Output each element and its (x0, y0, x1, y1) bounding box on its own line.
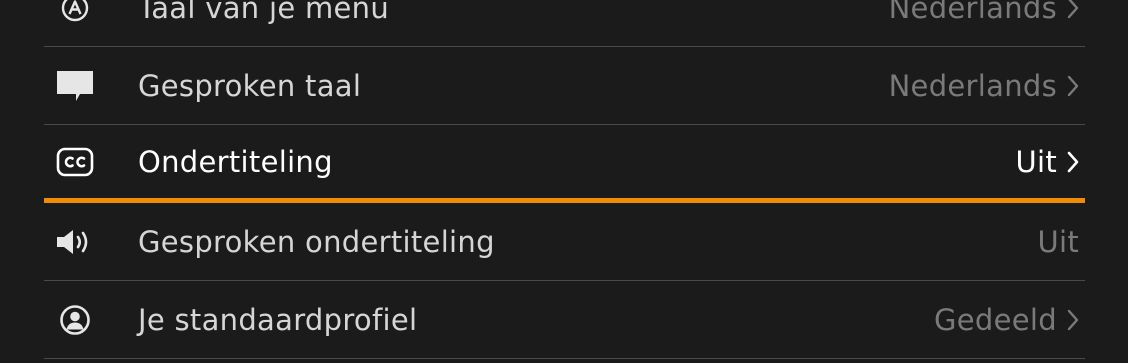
menu-item-value: Gedeeld (934, 302, 1057, 337)
profile-icon (54, 302, 96, 338)
chevron-right-icon (1067, 151, 1079, 172)
speech-bubble-icon (54, 68, 96, 104)
settings-menu-list: Taal van je menu Nederlands Gesproken ta… (44, 0, 1085, 359)
menu-item-menu-language[interactable]: Taal van je menu Nederlands (44, 0, 1085, 47)
menu-item-value-group: Gedeeld (934, 303, 1079, 337)
menu-item-label: Ondertiteling (138, 144, 333, 179)
chevron-right-icon (1067, 75, 1079, 96)
menu-item-value: Nederlands (888, 0, 1057, 25)
menu-item-label: Taal van je menu (138, 0, 390, 25)
menu-item-value-group: Uit (1037, 225, 1079, 259)
menu-item-label: Gesproken ondertiteling (138, 224, 495, 259)
chevron-right-icon (1067, 309, 1079, 330)
menu-item-value-group: Nederlands (889, 69, 1079, 103)
menu-item-default-profile[interactable]: Je standaardprofiel Gedeeld (44, 281, 1085, 359)
menu-item-spoken-language[interactable]: Gesproken taal Nederlands (44, 47, 1085, 125)
menu-item-subtitles[interactable]: Ondertiteling Uit (44, 125, 1085, 203)
menu-item-value-group: Uit (1015, 145, 1079, 179)
chevron-right-icon (1067, 0, 1079, 19)
menu-item-value: Nederlands (888, 68, 1057, 103)
menu-item-audio-subtitles[interactable]: Gesproken ondertiteling Uit (44, 203, 1085, 281)
cc-icon (54, 144, 96, 180)
menu-item-label: Je standaardprofiel (138, 302, 418, 337)
menu-item-value: Uit (1037, 224, 1079, 259)
menu-item-value-group: Nederlands (889, 0, 1079, 25)
menu-item-label: Gesproken taal (138, 68, 362, 103)
speaker-icon (54, 224, 96, 260)
menu-item-value: Uit (1015, 144, 1057, 179)
letter-a-circle-icon (54, 0, 96, 26)
